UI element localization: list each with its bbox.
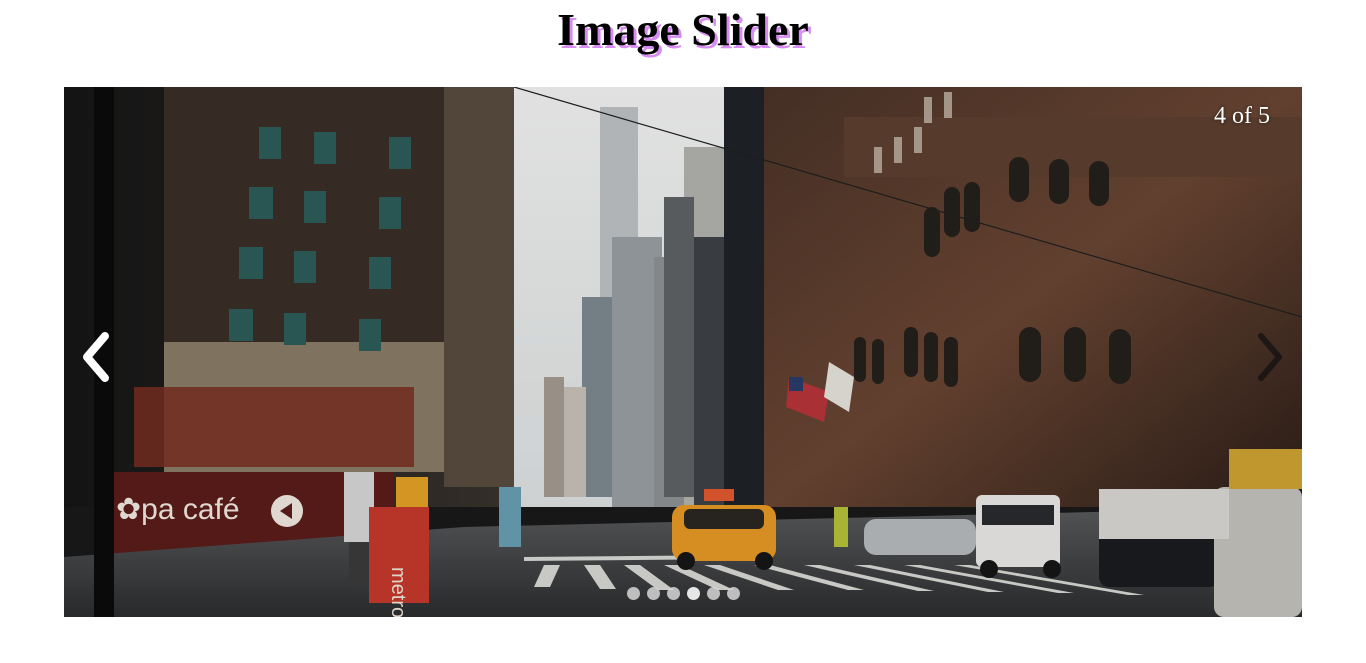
chevron-left-icon bbox=[83, 332, 109, 382]
slide-dot-5[interactable] bbox=[706, 587, 720, 600]
slide-dot-3[interactable] bbox=[666, 587, 680, 600]
slide-dot-4[interactable] bbox=[686, 587, 700, 600]
page-title: Image Slider bbox=[557, 4, 809, 55]
slide-image: ✿pa café · LUNCH · DINNER · BREAK bbox=[64, 87, 1302, 617]
previous-slide-button[interactable] bbox=[66, 327, 126, 387]
image-slider: ✿pa café · LUNCH · DINNER · BREAK bbox=[64, 87, 1302, 617]
slide-counter: 4 of 5 bbox=[1214, 103, 1270, 129]
next-slide-button[interactable] bbox=[1240, 327, 1300, 387]
slide-dot-1[interactable] bbox=[626, 587, 640, 600]
chevron-right-icon bbox=[1258, 333, 1282, 381]
slide-dot-6[interactable] bbox=[726, 587, 740, 600]
slide-indicator-dots bbox=[64, 587, 1302, 600]
slide-dot-2[interactable] bbox=[646, 587, 660, 600]
